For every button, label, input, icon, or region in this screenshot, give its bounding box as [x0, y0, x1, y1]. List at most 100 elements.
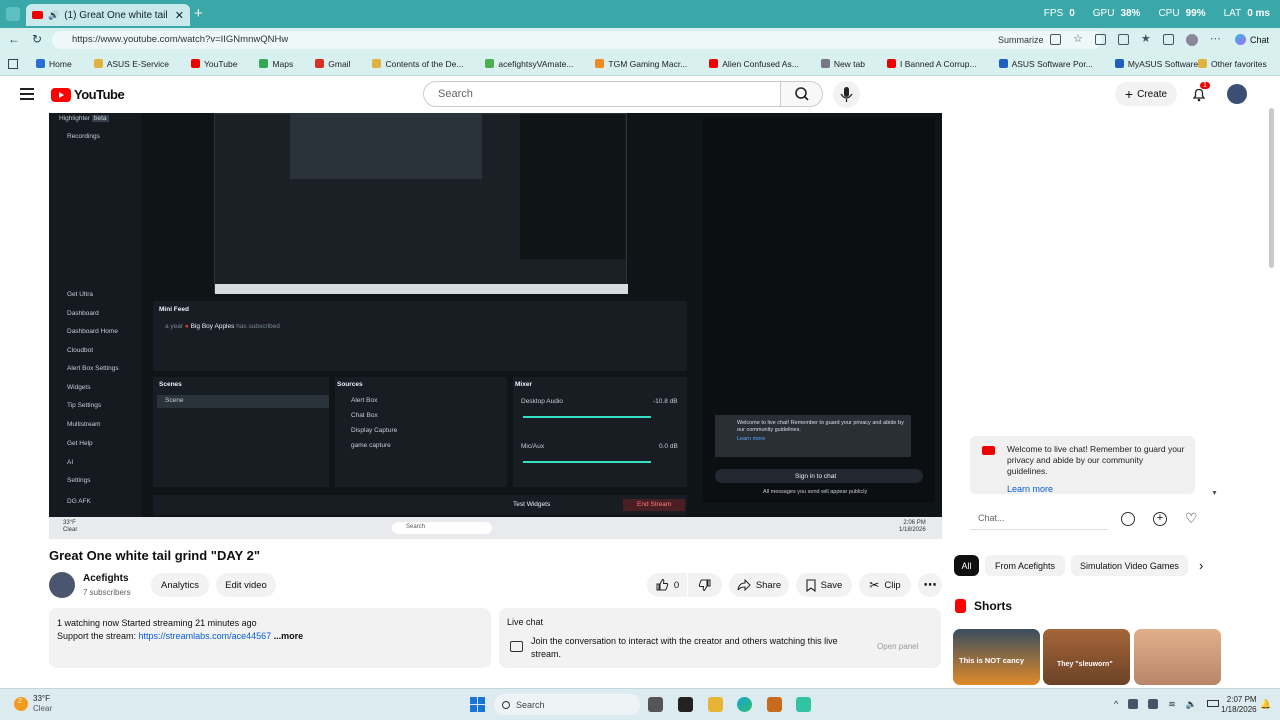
extensions-icon[interactable]: [1094, 34, 1106, 45]
bookmark-label: I Banned A Corrup...: [900, 58, 977, 69]
maps-icon: [259, 59, 269, 68]
create-button[interactable]: + Create: [1115, 82, 1177, 106]
bookmark-label: ASUS E-Service: [106, 58, 170, 69]
new-tab-icon[interactable]: +: [194, 5, 203, 22]
bookmark-item[interactable]: Home: [36, 59, 72, 69]
chip-all[interactable]: All: [954, 555, 979, 576]
split-screen-icon[interactable]: [1117, 34, 1129, 45]
clock[interactable]: 2:07 PM 1/18/2026: [1221, 695, 1257, 715]
new-tab-icon: [820, 59, 830, 68]
wifi-icon[interactable]: ≋: [1168, 699, 1176, 710]
chat-input[interactable]: Chat...: [970, 508, 1108, 530]
like-button[interactable]: 0: [647, 573, 687, 597]
bookmark-item[interactable]: TGM Gaming Macr...: [595, 59, 687, 69]
search-button[interactable]: [781, 81, 823, 107]
bookmark-item[interactable]: YouTube: [191, 59, 237, 69]
back-icon[interactable]: ←: [8, 32, 20, 46]
add-icon[interactable]: +: [1153, 512, 1167, 526]
collections-icon[interactable]: [1162, 34, 1174, 45]
video-player[interactable]: Highlighter beta Recordings Get Ultra Da…: [49, 113, 942, 517]
favorite-star-icon[interactable]: ☆: [1073, 34, 1083, 46]
plus-icon: +: [1124, 86, 1134, 102]
file-explorer-icon[interactable]: [708, 697, 723, 712]
task-view-icon[interactable]: [648, 697, 663, 712]
read-aloud-icon[interactable]: [1050, 34, 1061, 45]
share-button[interactable]: Share: [729, 573, 789, 597]
bookmark-item[interactable]: New tab: [820, 59, 865, 69]
youtube-logo[interactable]: YouTube: [51, 87, 125, 102]
bookmark-item[interactable]: Alien Confused As...: [709, 59, 799, 69]
channel-name[interactable]: Acefights: [83, 573, 129, 584]
heart-icon[interactable]: ♡: [1185, 510, 1198, 527]
channel-avatar[interactable]: [49, 572, 75, 598]
short-thumbnail[interactable]: [1134, 629, 1221, 685]
bookmark-item[interactable]: ASUS E-Service: [93, 58, 170, 69]
notifications-button[interactable]: 1: [1191, 82, 1210, 102]
more-dots-icon: ⋯: [923, 577, 937, 592]
description-box[interactable]: 1 watching now Started streaming 21 minu…: [49, 608, 491, 668]
profile-avatar[interactable]: [1185, 34, 1198, 46]
summarize-button[interactable]: Summarize: [998, 35, 1044, 45]
edge-icon[interactable]: [737, 697, 752, 712]
more-link[interactable]: ...more: [271, 631, 304, 641]
scroll-down-icon[interactable]: ▼: [1211, 490, 1218, 497]
save-button[interactable]: Save: [796, 573, 852, 597]
bookmark-item[interactable]: I Banned A Corrup...: [887, 59, 977, 69]
short-thumbnail[interactable]: They "sleuworn": [1043, 629, 1130, 685]
clip-button[interactable]: ✂ Clip: [859, 573, 911, 597]
bookmark-item[interactable]: Gmail: [315, 59, 350, 69]
chips-next-icon[interactable]: ›: [1199, 558, 1203, 573]
tray-app-icon[interactable]: [1148, 699, 1159, 709]
url-field[interactable]: https://www.youtube.com/watch?v=IIGNmnwQ…: [52, 31, 1102, 49]
bookmark-grid-icon[interactable]: [8, 59, 18, 69]
refresh-icon[interactable]: ↻: [32, 32, 42, 46]
close-tab-icon[interactable]: ✕: [175, 9, 184, 22]
bookmark-item[interactable]: ASUS Software Por...: [998, 59, 1093, 69]
chip-from-acefights[interactable]: From Acefights: [985, 555, 1065, 576]
asus-icon: [1114, 59, 1124, 68]
bookmark-item[interactable]: MyASUS Software...: [1114, 58, 1206, 69]
short-thumbnail[interactable]: This is NOT cancy: [953, 629, 1040, 685]
dislike-button[interactable]: [688, 573, 722, 597]
emoji-icon[interactable]: [1121, 512, 1135, 526]
speaker-icon[interactable]: 🔈: [1186, 699, 1197, 710]
chip-simulation[interactable]: Simulation Video Games: [1071, 555, 1188, 576]
streamlabs-icon[interactable]: [796, 697, 811, 712]
more-actions-button[interactable]: ⋯: [918, 573, 942, 597]
support-link[interactable]: https://streamlabs.com/ace44567: [139, 631, 272, 641]
tray-app-icon[interactable]: [1128, 699, 1139, 709]
bookmark-item[interactable]: Contents of the De...: [372, 59, 463, 69]
capcut-icon[interactable]: [678, 697, 693, 712]
bookmark-label: MyASUS Software...: [1127, 58, 1206, 69]
tray-chevron-icon[interactable]: ^: [1114, 699, 1118, 710]
page-scrollbar[interactable]: [1269, 108, 1274, 268]
learn-more-link[interactable]: Learn more: [1007, 484, 1185, 495]
analytics-button[interactable]: Analytics: [151, 573, 209, 597]
weather-widget[interactable]: 2 33°F Clear: [14, 694, 52, 714]
obs-sidebar-item: Tip Settings: [67, 402, 102, 409]
other-favorites[interactable]: Other favorites: [1198, 59, 1267, 69]
more-menu-icon[interactable]: ⋯: [1210, 34, 1221, 46]
copilot-chat-button[interactable]: Chat: [1235, 34, 1269, 45]
notification-center-icon[interactable]: 🔔: [1260, 699, 1271, 710]
speaker-icon[interactable]: 🔊: [48, 10, 59, 21]
avatar[interactable]: [1227, 84, 1247, 104]
gpu-value: 38%: [1120, 8, 1141, 19]
battery-icon[interactable]: [1207, 700, 1219, 707]
bookmark-item[interactable]: Maps: [259, 59, 293, 69]
edit-video-button[interactable]: Edit video: [216, 573, 276, 597]
chat-placeholder: Chat...: [978, 513, 1005, 523]
obs-all-messages: All messages you send will appear public…: [763, 489, 868, 495]
open-panel-button[interactable]: Open panel: [877, 642, 918, 651]
app-icon[interactable]: [767, 697, 782, 712]
voice-search-button[interactable]: [833, 81, 860, 108]
start-button[interactable]: [470, 697, 485, 712]
tab-actions-icon[interactable]: [6, 7, 20, 21]
hamburger-menu-icon[interactable]: [20, 88, 34, 100]
taskbar-search[interactable]: Search: [494, 694, 640, 715]
obs-sidebar: Highlighter beta Recordings Get Ultra Da…: [49, 113, 141, 517]
search-input[interactable]: Search: [423, 81, 781, 107]
browser-tab[interactable]: 🔊 (1) Great One white tail grind ✕: [26, 4, 190, 26]
favorites-icon[interactable]: ★: [1141, 34, 1151, 46]
bookmark-item[interactable]: acefightsyVAmate...: [485, 59, 573, 69]
